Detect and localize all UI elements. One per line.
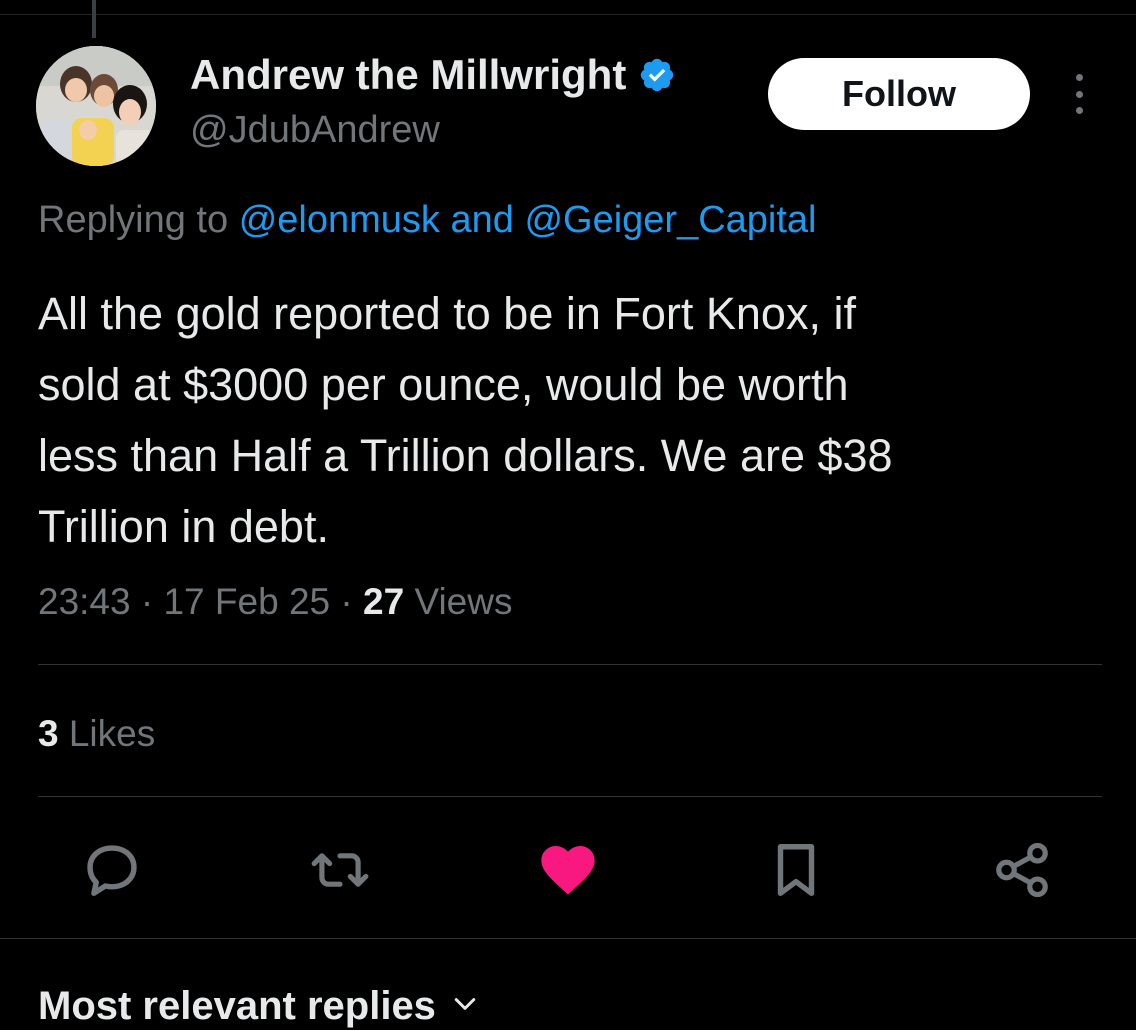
author-name-row: Andrew the Millwright bbox=[190, 51, 676, 98]
tweet-meta: 23:43 · 17 Feb 25 · 27 Views bbox=[38, 580, 512, 624]
author-name[interactable]: Andrew the Millwright bbox=[190, 51, 626, 98]
replies-section-title: Most relevant replies bbox=[38, 984, 436, 1028]
meta-separator: · bbox=[140, 581, 154, 622]
tweet-date[interactable]: 17 Feb 25 bbox=[163, 581, 330, 622]
thread-connector-line bbox=[92, 0, 96, 38]
likes-count: 3 bbox=[38, 713, 59, 754]
likes-summary[interactable]: 3 Likes bbox=[38, 712, 155, 756]
views-label[interactable]: Views bbox=[414, 581, 512, 622]
tweet-text: All the gold reported to be in Fort Knox… bbox=[38, 288, 893, 552]
heart-icon[interactable] bbox=[536, 838, 600, 902]
replying-to-prefix: Replying to bbox=[38, 199, 229, 241]
bookmark-icon[interactable] bbox=[764, 838, 828, 902]
top-border bbox=[0, 0, 1136, 15]
replying-to-line: Replying to @elonmusk and @Geiger_Capita… bbox=[38, 198, 817, 244]
more-dot bbox=[1075, 107, 1083, 114]
divider bbox=[0, 938, 1136, 939]
avatar-photo bbox=[36, 46, 156, 166]
repost-icon[interactable] bbox=[308, 838, 372, 902]
likes-label: Likes bbox=[68, 713, 156, 754]
tweet-time[interactable]: 23:43 bbox=[38, 581, 131, 622]
avatar[interactable] bbox=[36, 46, 156, 166]
more-options-icon[interactable] bbox=[1062, 74, 1096, 114]
more-dot bbox=[1075, 74, 1083, 81]
more-dot bbox=[1075, 90, 1083, 98]
author-handle[interactable]: @JdubAndrew bbox=[190, 109, 440, 152]
share-icon[interactable] bbox=[990, 838, 1054, 902]
views-count[interactable]: 27 bbox=[363, 581, 404, 622]
mention-conjunction: and bbox=[450, 199, 514, 241]
follow-button[interactable]: Follow bbox=[768, 58, 1030, 130]
meta-separator: · bbox=[340, 581, 353, 622]
divider bbox=[38, 796, 1102, 797]
divider bbox=[38, 664, 1102, 665]
replies-sort-dropdown[interactable]: Most relevant replies bbox=[38, 982, 480, 1030]
chevron-down-icon bbox=[450, 982, 480, 1030]
mention-link-geiger-capital[interactable]: @Geiger_Capital bbox=[524, 199, 816, 241]
reply-icon[interactable] bbox=[80, 838, 144, 902]
verified-badge-icon bbox=[638, 56, 676, 94]
mention-link-elonmusk[interactable]: @elonmusk bbox=[239, 199, 440, 241]
